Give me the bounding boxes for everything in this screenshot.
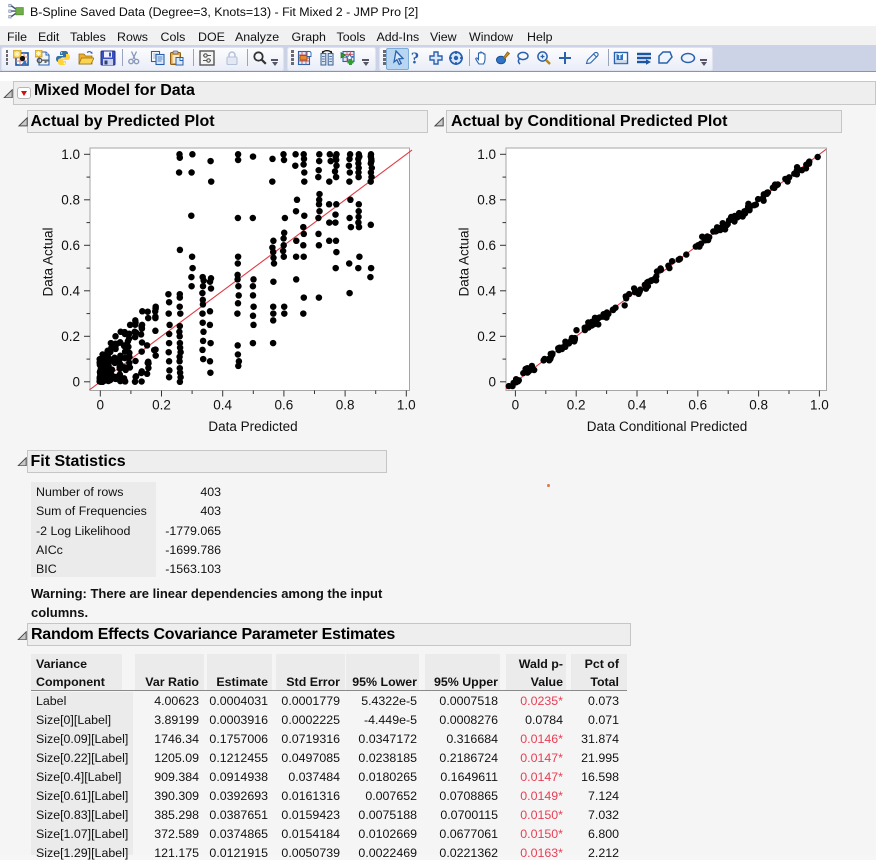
svg-text:0: 0 bbox=[512, 398, 520, 413]
svg-text:0.4: 0.4 bbox=[628, 398, 647, 413]
svg-text:0.8: 0.8 bbox=[477, 192, 496, 207]
svg-text:0.4: 0.4 bbox=[477, 283, 496, 298]
svg-text:0.2: 0.2 bbox=[567, 398, 586, 413]
svg-text:1.0: 1.0 bbox=[810, 398, 829, 413]
svg-text:0.8: 0.8 bbox=[749, 398, 768, 413]
svg-text:0: 0 bbox=[488, 374, 496, 389]
svg-text:0.6: 0.6 bbox=[477, 238, 496, 253]
svg-text:0.6: 0.6 bbox=[688, 398, 707, 413]
svg-text:0.2: 0.2 bbox=[477, 329, 496, 344]
svg-text:1.0: 1.0 bbox=[477, 147, 496, 162]
